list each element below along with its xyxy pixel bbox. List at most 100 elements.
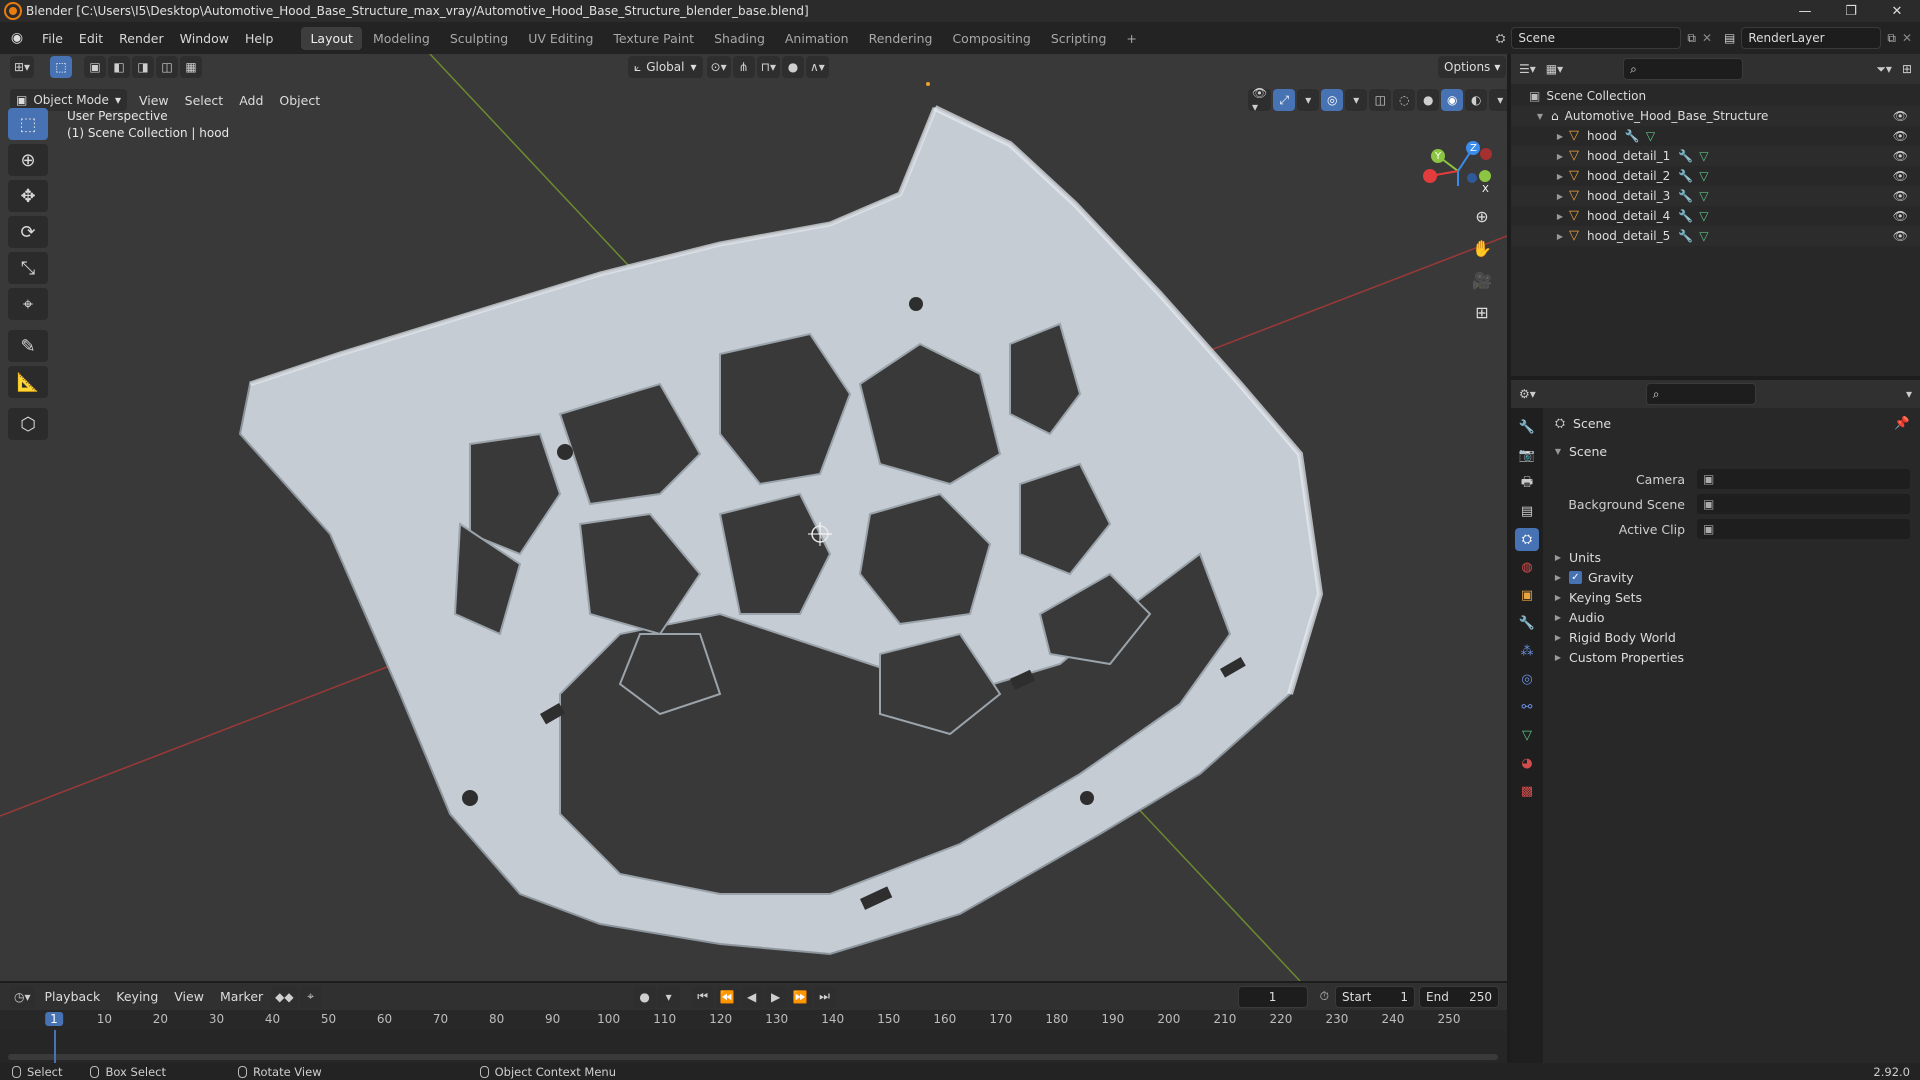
timeline-editor-type-icon[interactable]: ◷▾ (10, 985, 35, 1008)
select-box-tool-icon[interactable]: ⬚ (8, 108, 48, 140)
minimize-button[interactable]: — (1782, 0, 1828, 22)
panel-custom-properties[interactable]: ▶ Custom Properties (1553, 646, 1684, 668)
output-tab-icon[interactable]: 🖶 (1515, 472, 1539, 495)
mesh-data-icon[interactable]: ▽ (1699, 229, 1708, 243)
workspace-tab-shading[interactable]: Shading (705, 27, 774, 50)
outliner-object-row[interactable]: ▶ ▽ hood_detail_1 🔧 ▽ 👁 (1511, 146, 1920, 166)
mesh-data-icon[interactable]: ▽ (1699, 149, 1708, 163)
timeline-menu-keying[interactable]: Keying (108, 989, 166, 1004)
timeline-menu-playback[interactable]: Playback (37, 989, 109, 1004)
properties-search-input[interactable]: ⌕ (1645, 383, 1756, 405)
expand-arrow-icon[interactable]: ▶ (1555, 232, 1565, 241)
viewport-menu-select[interactable]: Select (177, 93, 232, 108)
texture-tab-icon[interactable]: ▩ (1515, 780, 1539, 803)
select-invert-icon[interactable]: ◫ (156, 56, 179, 78)
shading-dropdown-icon[interactable]: ▾ (1489, 89, 1507, 111)
workspace-tab-layout[interactable]: Layout (301, 26, 362, 50)
tool-tab-icon[interactable]: 🔧 (1515, 416, 1539, 439)
expand-arrow-icon[interactable]: ▶ (1555, 172, 1565, 181)
proportional-edit-icon[interactable]: ● (781, 56, 804, 78)
viewport-menu-view[interactable]: View (131, 93, 177, 108)
timeline-scrollbar[interactable] (8, 1054, 1498, 1060)
gizmo-toggle-icon[interactable]: ⤢ (1273, 89, 1296, 111)
view-layer-icon[interactable]: ▤ (1724, 31, 1735, 45)
world-tab-icon[interactable]: ◍ (1515, 556, 1539, 579)
expand-arrow-icon[interactable]: ▶ (1555, 192, 1565, 201)
new-view-layer-icon[interactable]: ⧉ (1887, 31, 1896, 46)
camera-view-icon[interactable]: 🎥 (1468, 266, 1496, 294)
record-icon[interactable]: ● (633, 985, 656, 1008)
jump-start-icon[interactable]: ⏮ (691, 985, 714, 1008)
select-new-icon[interactable]: ▣ (84, 56, 107, 78)
viewport-menu-add[interactable]: Add (231, 93, 271, 108)
view-layer-tab-icon[interactable]: ▤ (1515, 500, 1539, 523)
gizmo-dropdown-icon[interactable]: ▾ (1297, 89, 1320, 111)
editor-type-button[interactable]: ⊞▾ (10, 56, 35, 78)
mesh-data-icon[interactable]: ▽ (1699, 189, 1708, 203)
scale-tool-icon[interactable]: ⤡ (8, 252, 48, 284)
scene-icon[interactable]: ⛭ (1496, 31, 1506, 46)
material-tab-icon[interactable]: ◕ (1515, 752, 1539, 775)
overlay-toggle-icon[interactable]: ◎ (1321, 89, 1344, 111)
visibility-eye-icon[interactable]: 👁 (1893, 129, 1908, 143)
workspace-tab-animation[interactable]: Animation (776, 27, 858, 50)
workspace-tab-uv-editing[interactable]: UV Editing (519, 27, 602, 50)
outliner-object-row[interactable]: ▶ ▽ hood 🔧 ▽ 👁 (1511, 126, 1920, 146)
outliner-object-row[interactable]: ▶ ▽ hood_detail_2 🔧 ▽ 👁 (1511, 166, 1920, 186)
object-tab-icon[interactable]: ▣ (1515, 584, 1539, 607)
modifier-tab-icon[interactable]: 🔧 (1515, 612, 1539, 635)
panel-audio[interactable]: ▶ Audio (1553, 606, 1605, 628)
filter-icon[interactable]: ⏷▾ (1876, 62, 1892, 77)
mesh-data-icon[interactable]: ▽ (1699, 169, 1708, 183)
properties-options-icon[interactable]: ▾ (1906, 387, 1912, 401)
maximize-button[interactable]: ❐ (1828, 0, 1874, 22)
scene-selector[interactable]: Scene (1511, 27, 1682, 49)
options-dropdown[interactable]: Options ▾ (1438, 56, 1507, 78)
keyframe-prev-icon[interactable]: ◆◆ (271, 985, 298, 1008)
move-tool-icon[interactable]: ✥ (8, 180, 48, 212)
new-scene-icon[interactable]: ⧉ (1687, 31, 1696, 46)
expand-arrow-icon[interactable]: ▶ (1555, 132, 1565, 141)
play-reverse-icon[interactable]: ◀ (740, 985, 763, 1008)
snap-target-icon[interactable]: ⊓▾ (756, 56, 780, 78)
viewport-menu-object[interactable]: Object (271, 93, 328, 108)
pan-hand-icon[interactable]: ✋ (1468, 234, 1496, 262)
panel-gravity[interactable]: ▶ ✓ Gravity (1553, 566, 1634, 588)
zoom-icon[interactable]: ⊕ (1468, 202, 1496, 230)
outliner-collection-row[interactable]: ▼ ⌂ Automotive_Hood_Base_Structure 👁 (1511, 106, 1920, 126)
record-options-icon[interactable]: ▾ (657, 985, 680, 1008)
navigation-gizmo[interactable] (1410, 116, 1507, 196)
xray-toggle-icon[interactable]: ◫ (1369, 89, 1392, 111)
panel-keying-sets[interactable]: ▶ Keying Sets (1553, 586, 1642, 608)
new-collection-icon[interactable]: ⊞ (1902, 62, 1912, 76)
property-field-camera[interactable]: ▣ (1697, 469, 1910, 489)
workspace-tab-scripting[interactable]: Scripting (1042, 27, 1116, 50)
annotate-tool-icon[interactable]: ✎ (8, 330, 48, 362)
blender-menu-icon[interactable]: ◉ (0, 30, 34, 46)
add-workspace-button[interactable]: + (1117, 27, 1145, 50)
outliner-object-row[interactable]: ▶ ▽ hood_detail_4 🔧 ▽ 👁 (1511, 206, 1920, 226)
transform-orientation-dropdown[interactable]: ⟀ Global ▾ (628, 56, 703, 78)
menu-help[interactable]: Help (237, 31, 282, 46)
scene-tab-icon[interactable]: ⛭ (1515, 528, 1539, 551)
start-frame-field[interactable]: Start 1 (1335, 985, 1415, 1008)
visibility-eye-icon[interactable]: 👁 (1893, 109, 1908, 123)
modifier-icon[interactable]: 🔧 (1678, 229, 1693, 243)
solid-shading-icon[interactable]: ● (1417, 89, 1440, 111)
select-intersect-icon[interactable]: ▦ (180, 56, 203, 78)
physics-tab-icon[interactable]: ◎ (1515, 668, 1539, 691)
modifier-icon[interactable]: 🔧 (1678, 209, 1693, 223)
select-tool-icon[interactable]: ⬚ (50, 56, 73, 78)
workspace-tab-compositing[interactable]: Compositing (943, 27, 1039, 50)
viewport-canvas[interactable] (0, 54, 1507, 981)
pin-icon[interactable]: 📌 (1894, 415, 1910, 431)
remove-scene-icon[interactable]: ✕ (1702, 31, 1712, 45)
wireframe-shading-icon[interactable]: ◌ (1393, 89, 1416, 111)
modifier-icon[interactable]: 🔧 (1678, 149, 1693, 163)
constraints-tab-icon[interactable]: ⚯ (1515, 696, 1539, 719)
timeline-menu-view[interactable]: View (166, 989, 212, 1004)
workspace-tab-texture-paint[interactable]: Texture Paint (604, 27, 703, 50)
select-subtract-icon[interactable]: ◨ (132, 56, 155, 78)
outliner-object-row[interactable]: ▶ ▽ hood_detail_3 🔧 ▽ 👁 (1511, 186, 1920, 206)
visibility-eye-icon[interactable]: 👁 (1893, 209, 1908, 223)
